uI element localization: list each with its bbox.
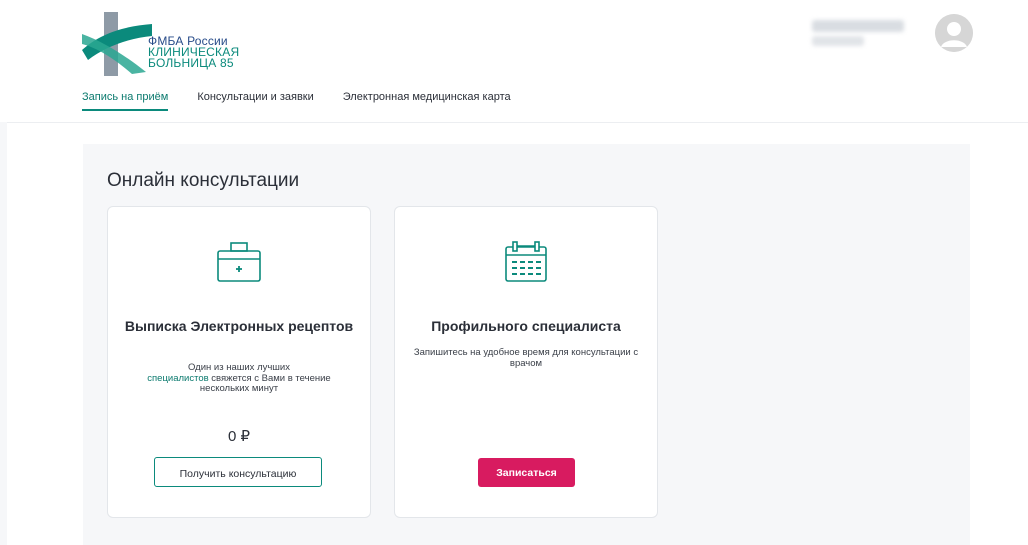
hospital-logo[interactable]: ФМБА России КЛИНИЧЕСКАЯ БОЛЬНИЦА 85 <box>82 12 272 76</box>
user-subtitle-blurred <box>812 36 864 46</box>
logo-line3: БОЛЬНИЦА 85 <box>148 56 234 70</box>
get-consultation-button[interactable]: Получить консультацию <box>154 457 322 487</box>
card-description: Запишитесь на удобное время для консульт… <box>413 347 639 369</box>
card-title: Выписка Электронных рецептов <box>124 318 354 334</box>
card-desc-rest: свяжется с Вами в течение нескольких мин… <box>199 372 331 394</box>
specialists-link[interactable]: специалистов <box>147 373 208 384</box>
logo-cross-icon <box>82 12 152 76</box>
user-name-blurred <box>812 20 904 32</box>
calendar-icon <box>501 237 551 287</box>
header: ФМБА России КЛИНИЧЕСКАЯ БОЛЬНИЦА 85 Запи… <box>0 0 1028 123</box>
card-desc-line1: Один из наших лучших <box>188 362 290 373</box>
side-gutter <box>0 122 7 545</box>
nav-tab-medical-record[interactable]: Электронная медицинская карта <box>343 91 511 111</box>
book-appointment-button[interactable]: Записаться <box>478 458 575 487</box>
card-specialist: Профильного специалиста Запишитесь на уд… <box>394 206 658 518</box>
user-menu[interactable] <box>812 14 973 54</box>
nav-tab-consultations[interactable]: Консультации и заявки <box>197 91 313 111</box>
card-title: Профильного специалиста <box>431 318 621 334</box>
logo-text: ФМБА России КЛИНИЧЕСКАЯ БОЛЬНИЦА 85 <box>148 35 239 70</box>
medical-case-icon <box>214 237 264 287</box>
user-avatar-icon <box>935 14 973 52</box>
main-nav: Запись на приём Консультации и заявки Эл… <box>82 91 511 111</box>
avatar[interactable] <box>935 14 973 52</box>
card-prescriptions: Выписка Электронных рецептов Один из наш… <box>107 206 371 518</box>
price: 0 ₽ <box>227 428 251 445</box>
consultations-panel: Онлайн консультации Выписка Электронных … <box>83 144 970 545</box>
page-title: Онлайн консультации <box>107 170 300 191</box>
nav-tab-appointment[interactable]: Запись на приём <box>82 91 169 111</box>
card-description: Один из наших лучших специалистов свяжет… <box>122 362 356 395</box>
